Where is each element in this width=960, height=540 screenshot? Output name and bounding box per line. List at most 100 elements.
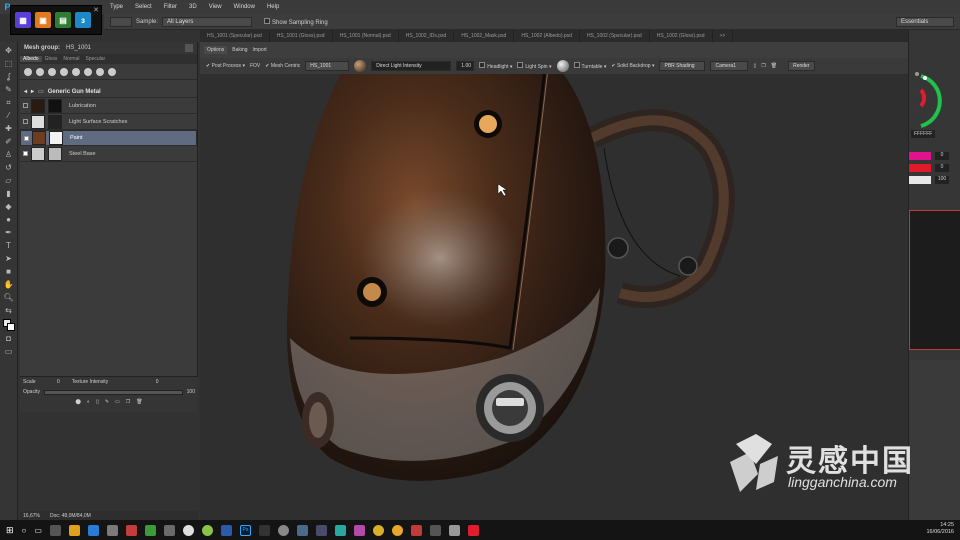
taskbar-app-icon[interactable] <box>372 524 384 536</box>
taskbar-app-icon[interactable] <box>87 524 99 536</box>
tab-normal[interactable]: Normal <box>60 56 82 62</box>
crop-tool-icon[interactable]: ⌗ <box>4 98 14 108</box>
taskbar-app-icon[interactable] <box>353 524 365 536</box>
fov-dropdown[interactable]: FOV <box>250 63 260 69</box>
visibility-toggle[interactable] <box>23 151 28 156</box>
material-icon[interactable] <box>96 67 104 76</box>
duplicate-icon[interactable]: ❐ <box>126 399 130 405</box>
material-icon[interactable] <box>36 67 44 76</box>
menu-view[interactable]: View <box>203 4 228 10</box>
quick-mask-icon[interactable]: ◘ <box>4 334 14 344</box>
light-sphere-icon[interactable] <box>354 60 367 72</box>
eraser-icon[interactable]: ▱ <box>4 176 14 186</box>
brush-tool-icon[interactable]: ✐ <box>4 137 14 147</box>
taskbar-app-icon[interactable] <box>125 524 137 536</box>
taskbar-app-icon[interactable] <box>429 524 441 536</box>
pen-tool-icon[interactable]: ✒ <box>4 228 14 238</box>
panel-menu-icon[interactable] <box>185 44 193 52</box>
material-icon[interactable] <box>108 67 116 76</box>
chrome-icon[interactable] <box>182 524 194 536</box>
value-2[interactable]: 0 <box>935 164 949 172</box>
zoom-tool-icon[interactable]: 🔍︎ <box>4 293 14 303</box>
camera-dropdown[interactable]: Camera1 <box>710 61 749 71</box>
material-icon[interactable] <box>84 67 92 76</box>
healing-icon[interactable]: ✚ <box>4 124 14 134</box>
render-button[interactable]: Render <box>788 61 815 71</box>
menu-type[interactable]: Type <box>104 4 129 10</box>
task-view-icon[interactable]: ▭ <box>34 526 42 535</box>
taskbar-app-icon[interactable] <box>410 524 422 536</box>
tab-specular[interactable]: Specular <box>82 56 108 62</box>
light-value[interactable]: 1.00 <box>456 61 475 71</box>
lasso-tool-icon[interactable]: ʆ <box>4 72 14 82</box>
taskbar-app-icon[interactable] <box>258 524 270 536</box>
app-icon-4[interactable]: з <box>75 12 91 28</box>
texture-preview[interactable] <box>909 210 960 350</box>
brush-icon[interactable]: ✎ <box>105 399 109 405</box>
sampling-ring-checkbox[interactable]: Show Sampling Ring <box>264 17 328 26</box>
doc-tab[interactable]: HS_1001 (Gloss).psd <box>270 30 333 42</box>
move-tool-icon[interactable]: ✥ <box>4 46 14 56</box>
mesh-centric-toggle[interactable]: ✔ Mesh Centric <box>265 63 300 69</box>
menu-select[interactable]: Select <box>129 4 158 10</box>
menu-filter[interactable]: Filter <box>158 4 183 10</box>
expand-arrow-icon[interactable]: ▸ <box>31 88 34 95</box>
doc-tab[interactable]: HS_1002_Mask.psd <box>454 30 515 42</box>
sample-dropdown[interactable]: All Layers <box>162 16 253 27</box>
red-swatch[interactable] <box>909 164 931 172</box>
zoom-level[interactable]: 16,67% <box>23 513 40 519</box>
color-swatches[interactable] <box>2 319 15 331</box>
layer-row[interactable]: Lubrication <box>20 98 197 114</box>
type-tool-icon[interactable]: T <box>4 241 14 251</box>
value-1[interactable]: 0 <box>935 152 949 160</box>
taskbar-app-icon[interactable] <box>163 524 175 536</box>
dodge-icon[interactable]: ● <box>4 215 14 225</box>
tab-baking[interactable]: Baking <box>232 47 247 53</box>
turntable-toggle[interactable]: Turntable ▾ <box>573 62 606 70</box>
fill-icon[interactable]: ⬤ <box>75 399 81 405</box>
taskbar-app-icon[interactable] <box>391 524 403 536</box>
solid-backdrop-toggle[interactable]: ✔ Solid Backdrop ▾ <box>611 63 654 69</box>
menu-3d[interactable]: 3D <box>183 4 203 10</box>
material-icon[interactable] <box>48 67 56 76</box>
visibility-toggle[interactable] <box>23 103 28 108</box>
file-explorer-icon[interactable] <box>68 524 80 536</box>
taskbar-app-icon[interactable] <box>201 524 213 536</box>
taskbar-app-icon[interactable] <box>220 524 232 536</box>
marquee-tool-icon[interactable]: ⬚ <box>4 59 14 69</box>
doc-tab[interactable]: HS_1002_IDs.psd <box>399 30 455 42</box>
copy-icon[interactable]: ❐ <box>761 63 765 69</box>
doc-tab[interactable]: HS_1002 (Albedo).psd <box>514 30 580 42</box>
eyedropper-icon[interactable]: ⁄ <box>4 111 14 121</box>
search-icon[interactable]: ○ <box>22 526 27 535</box>
layer-group[interactable]: ◂ ▸ ▭ Generic Gun Metal <box>20 86 197 98</box>
taskbar-app-icon[interactable] <box>277 524 289 536</box>
mesh-dropdown[interactable]: HS_1001 <box>305 61 350 71</box>
light-field[interactable]: Direct Light Intensity <box>371 61 452 71</box>
visibility-toggle[interactable] <box>24 135 29 141</box>
opacity-slider[interactable] <box>43 389 183 395</box>
tab-albedo[interactable]: Albedo <box>20 56 42 62</box>
layer-row-selected[interactable]: Paint <box>20 130 197 146</box>
trash-icon[interactable]: 🗑︎ <box>136 399 142 405</box>
history-brush-icon[interactable]: ↺ <box>4 163 14 173</box>
scale-value[interactable]: 0 <box>57 379 60 385</box>
tab-import[interactable]: Import <box>253 47 267 53</box>
tab-options[interactable]: Options <box>204 46 228 54</box>
texture-intensity-value[interactable]: 0 <box>156 379 159 385</box>
app-icon-3[interactable]: ▤ <box>55 12 71 28</box>
stamp-tool-icon[interactable]: ♙ <box>4 150 14 160</box>
save-icon[interactable]: ▯ <box>753 63 756 69</box>
tabs-overflow[interactable]: >> <box>713 30 734 42</box>
taskbar-app-icon[interactable] <box>106 524 118 536</box>
trash-icon[interactable]: 🗑︎ <box>771 63 777 69</box>
app-icon-1[interactable]: ▦ <box>15 12 31 28</box>
hand-tool-icon[interactable]: ✋ <box>4 280 14 290</box>
mesh-group-value[interactable]: HS_1001 <box>66 45 91 51</box>
post-process-toggle[interactable]: ✔ Post Process ▾ <box>206 63 245 69</box>
folder-icon[interactable]: ▭ <box>115 399 120 405</box>
tab-gloss[interactable]: Gloss <box>42 56 61 62</box>
doc-tab[interactable]: HS_1002 (Specular).psd <box>580 30 650 42</box>
photoshop-taskbar-icon[interactable]: Ps <box>239 524 251 536</box>
new-layer-icon[interactable]: ▯ <box>96 399 99 405</box>
